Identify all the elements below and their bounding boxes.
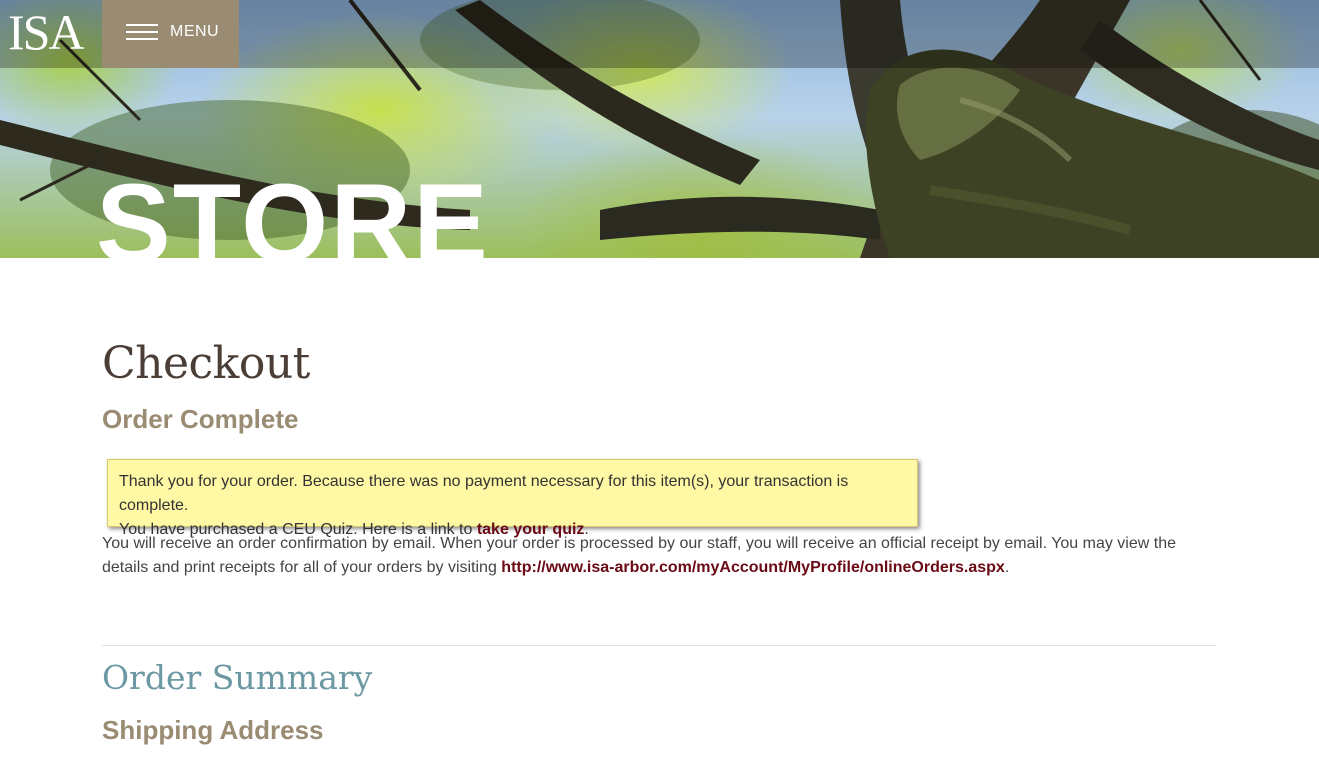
page-title: Checkout xyxy=(102,338,310,389)
shipping-address-heading: Shipping Address xyxy=(102,715,324,745)
section-divider xyxy=(102,645,1216,646)
order-confirmation-text: You will receive an order confirmation b… xyxy=(102,532,1216,580)
online-orders-link[interactable]: http://www.isa-arbor.com/myAccount/MyPro… xyxy=(501,559,1005,576)
hamburger-icon xyxy=(126,24,158,42)
order-summary-heading: Order Summary xyxy=(102,658,373,697)
order-complete-heading: Order Complete xyxy=(102,404,299,434)
confirmation-suffix: . xyxy=(1004,559,1010,576)
notice-line-1: Thank you for your order. Because there … xyxy=(119,473,849,514)
isa-logo[interactable]: ISA xyxy=(8,5,88,60)
order-notice-box: Thank you for your order. Because there … xyxy=(107,459,918,538)
menu-button[interactable]: MENU xyxy=(102,0,239,68)
menu-label: MENU xyxy=(170,23,220,40)
hero-title: STORE xyxy=(96,161,490,258)
